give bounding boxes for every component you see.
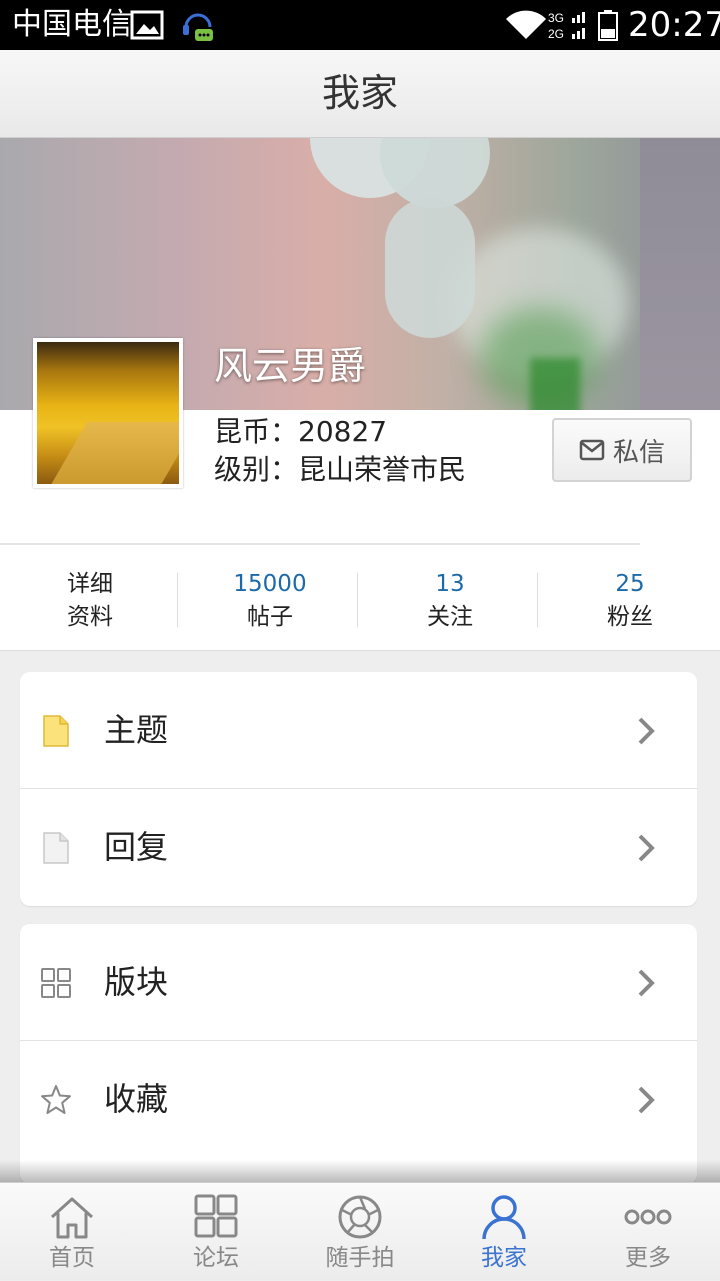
nav-home[interactable]: 首页 <box>0 1183 144 1281</box>
stat-label: 关注 <box>427 604 473 630</box>
gallery-notification-icon <box>130 10 164 40</box>
status-time: 20:27 <box>628 5 720 45</box>
chevron-right-icon <box>638 717 655 745</box>
person-icon <box>482 1195 526 1240</box>
menu-item-favorites[interactable]: 收藏 <box>20 1041 697 1158</box>
scroll-shadow <box>0 1160 720 1182</box>
private-message-button[interactable]: 私信 <box>552 418 692 482</box>
menu-item-label: 收藏 <box>104 1080 169 1118</box>
camera-aperture-icon <box>338 1195 382 1239</box>
cellular-signal-icon: 3G 2G <box>548 11 585 41</box>
star-icon <box>41 1085 71 1114</box>
page-title: 我家 <box>321 71 398 115</box>
nav-forum[interactable]: 论坛 <box>144 1183 288 1281</box>
stat-value: 15000 <box>233 571 307 597</box>
nav-label: 我家 <box>481 1245 527 1271</box>
stats-bar: 详细 资料 15000 帖子 13 关注 25 粉丝 <box>0 545 720 651</box>
menu-item-boards[interactable]: 版块 <box>20 924 697 1041</box>
svg-text:3G: 3G <box>548 11 564 25</box>
nav-label: 随手拍 <box>325 1245 395 1271</box>
grid-icon <box>194 1194 238 1238</box>
nav-label: 更多 <box>625 1245 671 1271</box>
username: 风云男爵 <box>214 344 367 388</box>
menu-card-posts: 主题 回复 <box>20 672 697 906</box>
stat-label-line1: 详细 <box>67 571 113 597</box>
chat-notification-icon <box>183 13 213 41</box>
envelope-icon <box>579 439 605 461</box>
menu-item-label: 回复 <box>104 828 169 866</box>
chevron-right-icon <box>638 834 655 862</box>
carrier-name: 中国电信 <box>12 7 132 42</box>
nav-label: 论坛 <box>193 1245 239 1271</box>
stat-label: 帖子 <box>247 604 293 630</box>
grid-icon <box>41 968 71 998</box>
coin-balance: 昆币：20827 <box>214 415 388 448</box>
chevron-right-icon <box>638 969 655 997</box>
menu-item-label: 主题 <box>104 711 169 749</box>
status-bar: 中国电信 3G 2G 20:27 <box>0 0 720 50</box>
menu-card-boards: 版块 收藏 <box>20 924 697 1184</box>
nav-more[interactable]: 更多 <box>576 1183 720 1281</box>
battery-icon <box>598 10 618 41</box>
avatar[interactable] <box>33 338 183 488</box>
menu-item-topics[interactable]: 主题 <box>20 672 697 789</box>
private-message-label: 私信 <box>612 437 665 468</box>
bottom-nav: 首页 论坛 随手拍 我家 更多 <box>0 1182 720 1280</box>
chevron-right-icon <box>638 1086 655 1114</box>
document-grey-icon <box>43 832 69 864</box>
stat-value: 13 <box>435 571 465 597</box>
nav-snapshot[interactable]: 随手拍 <box>288 1183 432 1281</box>
document-yellow-icon <box>43 715 69 747</box>
stat-value: 25 <box>615 571 645 597</box>
stat-posts[interactable]: 15000 帖子 <box>180 567 360 633</box>
avatar-image <box>37 342 179 484</box>
user-level: 级别：昆山荣誉市民 <box>214 453 467 486</box>
stat-label-line2: 资料 <box>67 604 113 630</box>
nav-my-home[interactable]: 我家 <box>432 1183 576 1281</box>
svg-text:2G: 2G <box>548 27 564 41</box>
title-bar: 我家 <box>0 50 720 138</box>
home-icon <box>50 1197 94 1239</box>
stat-following[interactable]: 13 关注 <box>360 567 540 633</box>
menu-item-replies[interactable]: 回复 <box>20 789 697 906</box>
stat-followers[interactable]: 25 粉丝 <box>540 567 720 633</box>
stat-profile-details[interactable]: 详细 资料 <box>0 567 180 633</box>
menu-item-label: 版块 <box>104 963 169 1001</box>
stat-label: 粉丝 <box>607 604 653 630</box>
more-dots-icon <box>624 1209 672 1225</box>
wifi-icon <box>506 10 546 39</box>
nav-label: 首页 <box>49 1245 95 1271</box>
